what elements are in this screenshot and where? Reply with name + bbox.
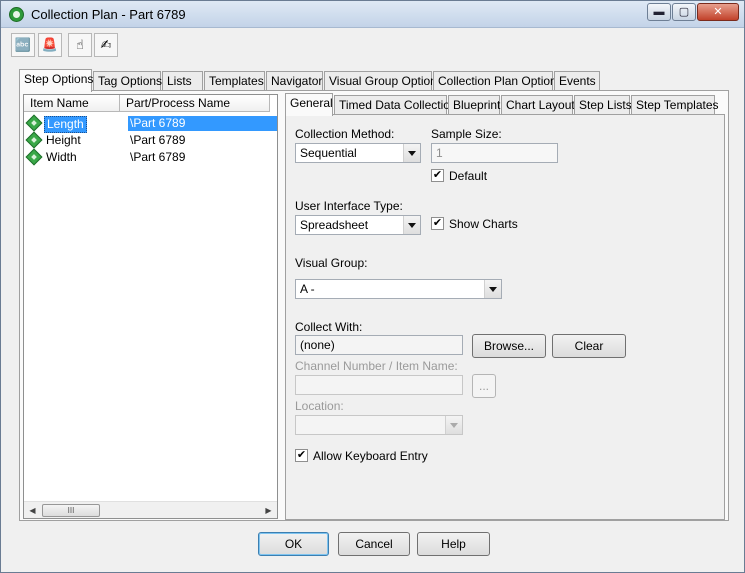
- column-item-name[interactable]: Item Name: [24, 95, 120, 112]
- sample-size-label: Sample Size:: [431, 127, 502, 141]
- general-panel: Collection Method: Sequential Sample Siz…: [285, 114, 725, 520]
- hand-pointer-icon[interactable]: ☝: [68, 33, 92, 57]
- tab-timed-data-collection[interactable]: Timed Data Collection: [334, 95, 457, 115]
- tab-visual-group-options[interactable]: Visual Group Options: [324, 71, 443, 91]
- tab-step-options[interactable]: Step Options: [19, 69, 93, 92]
- browse-button[interactable]: Browse...: [472, 334, 546, 358]
- chevron-down-icon[interactable]: [403, 144, 420, 162]
- item-list[interactable]: Item Name Part/Process Name Length \Part…: [23, 94, 278, 519]
- show-charts-label: Show Charts: [449, 217, 518, 231]
- tab-general[interactable]: General: [285, 93, 333, 116]
- window-title: Collection Plan - Part 6789: [31, 7, 186, 22]
- ok-button[interactable]: OK: [258, 532, 329, 556]
- step-diamond-icon: [25, 131, 43, 149]
- visual-group-select[interactable]: A -: [295, 279, 502, 299]
- app-icon: [9, 7, 24, 22]
- list-item[interactable]: Length \Part 6789: [24, 114, 277, 133]
- collection-method-select[interactable]: Sequential: [295, 143, 421, 163]
- tab-lists[interactable]: Lists: [162, 71, 203, 91]
- allow-keyboard-label: Allow Keyboard Entry: [313, 449, 428, 463]
- item-name: Length: [44, 116, 87, 133]
- collection-plan-window: Collection Plan - Part 6789 ▬ ▢ ✕ 🔤 🚨 ☝ …: [0, 0, 745, 573]
- abc-spell-icon[interactable]: 🔤: [11, 33, 35, 57]
- tab-chart-layout[interactable]: Chart Layout: [501, 95, 575, 115]
- collect-with-label: Collect With:: [295, 320, 363, 334]
- tab-templates[interactable]: Templates: [204, 71, 265, 91]
- title-bar[interactable]: Collection Plan - Part 6789 ▬ ▢ ✕: [1, 1, 744, 28]
- allow-keyboard-checkbox[interactable]: ✔: [295, 449, 308, 462]
- close-button[interactable]: ✕: [697, 3, 739, 21]
- minimize-button[interactable]: ▬: [647, 3, 671, 21]
- chevron-down-icon: [445, 416, 462, 434]
- location-select: [295, 415, 463, 435]
- location-label: Location:: [295, 399, 344, 413]
- tab-step-lists[interactable]: Step Lists: [574, 95, 632, 115]
- item-name: Width: [46, 150, 77, 164]
- alarm-icon[interactable]: 🚨: [38, 33, 62, 57]
- scroll-thumb[interactable]: III: [42, 504, 100, 517]
- item-part: \Part 6789: [130, 150, 186, 164]
- show-charts-checkbox[interactable]: ✔: [431, 217, 444, 230]
- scroll-left-icon[interactable]: ◀: [24, 502, 41, 519]
- tab-tag-options[interactable]: Tag Options: [93, 71, 162, 91]
- channel-label: Channel Number / Item Name:: [295, 359, 458, 373]
- collection-method-label: Collection Method:: [295, 127, 395, 141]
- default-label: Default: [449, 169, 488, 183]
- visual-group-value: A -: [300, 282, 315, 296]
- step-options-panel: Item Name Part/Process Name Length \Part…: [19, 90, 729, 521]
- cancel-button[interactable]: Cancel: [338, 532, 410, 556]
- tab-collection-plan-options[interactable]: Collection Plan Options: [433, 71, 563, 91]
- list-header: Item Name Part/Process Name: [24, 95, 277, 112]
- tab-events[interactable]: Events: [554, 71, 600, 91]
- default-checkbox[interactable]: ✔: [431, 169, 444, 182]
- visual-group-label: Visual Group:: [295, 256, 368, 270]
- ui-type-label: User Interface Type:: [295, 199, 403, 213]
- item-part: \Part 6789: [130, 133, 186, 147]
- chevron-down-icon[interactable]: [403, 216, 420, 234]
- sample-size-input[interactable]: 1: [431, 143, 558, 163]
- step-diamond-icon: [25, 114, 43, 132]
- help-button[interactable]: Help: [417, 532, 490, 556]
- list-item[interactable]: Height \Part 6789: [24, 131, 277, 149]
- collection-method-value: Sequential: [300, 146, 357, 160]
- scroll-right-icon[interactable]: ▶: [260, 502, 277, 519]
- clear-button[interactable]: Clear: [552, 334, 626, 358]
- ui-type-value: Spreadsheet: [300, 218, 369, 232]
- channel-ellipsis-button: ...: [472, 374, 496, 398]
- toolbar: 🔤 🚨 ☝ ✍: [11, 33, 121, 59]
- ui-type-select[interactable]: Spreadsheet: [295, 215, 421, 235]
- chevron-down-icon[interactable]: [484, 280, 501, 298]
- list-item[interactable]: Width \Part 6789: [24, 148, 277, 166]
- tab-step-templates[interactable]: Step Templates: [631, 95, 719, 115]
- horizontal-scrollbar[interactable]: ◀ III ▶: [24, 501, 277, 518]
- step-diamond-icon: [25, 148, 43, 166]
- maximize-button[interactable]: ▢: [672, 3, 696, 21]
- column-part-process-name[interactable]: Part/Process Name: [120, 95, 270, 112]
- item-part: \Part 6789: [128, 116, 277, 131]
- channel-input: [295, 375, 463, 395]
- tab-blueprint[interactable]: Blueprint: [448, 95, 500, 115]
- tab-navigator[interactable]: Navigator: [266, 71, 323, 91]
- item-name: Height: [46, 133, 81, 147]
- hand-point-icon[interactable]: ✍: [94, 33, 118, 57]
- collect-with-field: (none): [295, 335, 463, 355]
